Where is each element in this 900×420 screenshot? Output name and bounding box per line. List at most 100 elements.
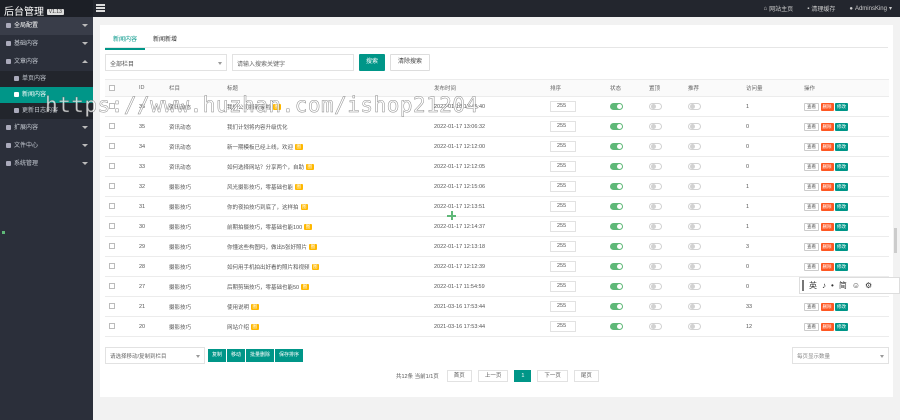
row-checkbox[interactable] <box>105 316 135 337</box>
row-title[interactable]: 如何用手机拍出好看的照片和视频 <box>227 265 310 271</box>
recommend-toggle[interactable] <box>688 103 701 110</box>
row-checkbox[interactable] <box>105 156 135 177</box>
view-button[interactable]: 查看 <box>804 262 819 271</box>
view-button[interactable]: 查看 <box>804 142 819 151</box>
moon-icon[interactable]: ♪ <box>822 281 826 290</box>
sort-input[interactable]: 255 <box>550 181 576 192</box>
status-toggle[interactable] <box>610 143 623 150</box>
edit-button[interactable]: 修改 <box>835 122 848 131</box>
row-checkbox[interactable] <box>105 256 135 277</box>
status-toggle[interactable] <box>610 103 623 110</box>
row-title[interactable]: 你的夜拍技巧到底了，这样拍 <box>227 205 299 211</box>
sidebar-subitem-news[interactable]: 新闻内容 <box>0 87 93 103</box>
sort-input[interactable]: 255 <box>550 201 576 212</box>
top-toggle[interactable] <box>649 123 662 130</box>
sort-input[interactable]: 255 <box>550 301 576 312</box>
view-button[interactable]: 查看 <box>804 222 819 231</box>
category-select[interactable]: 全部栏目 <box>105 54 227 71</box>
move-button[interactable]: 移动 <box>227 349 246 362</box>
status-toggle[interactable] <box>610 203 623 210</box>
top-toggle[interactable] <box>649 263 662 270</box>
search-input[interactable]: 请输入搜索关键字 <box>232 54 354 71</box>
row-checkbox[interactable] <box>105 116 135 137</box>
search-button[interactable]: 搜索 <box>359 54 386 71</box>
view-button[interactable]: 查看 <box>804 202 819 211</box>
col-views[interactable]: 访问量 <box>742 79 800 97</box>
current-page-button[interactable]: 1 <box>514 370 532 382</box>
site-home-link[interactable]: ⌂ 网站主页 <box>764 4 794 14</box>
view-button[interactable]: 查看 <box>804 162 819 171</box>
status-toggle[interactable] <box>610 303 623 310</box>
sidebar-subitem-changelog[interactable]: 更新日志内容 <box>0 103 93 119</box>
row-checkbox[interactable] <box>105 276 135 297</box>
col-top[interactable]: 置顶 <box>645 79 684 97</box>
recommend-toggle[interactable] <box>688 183 701 190</box>
prev-page-button[interactable]: 上一页 <box>477 370 509 382</box>
view-button[interactable]: 查看 <box>804 242 819 251</box>
row-title[interactable]: 后期剪辑技巧，零基础也能50 <box>227 285 299 291</box>
view-button[interactable]: 查看 <box>804 182 819 191</box>
edit-button[interactable]: 修改 <box>835 162 848 171</box>
delete-button[interactable]: 删除 <box>820 122 834 131</box>
col-sort[interactable]: 排序 <box>546 79 606 97</box>
sidebar-item-article-content[interactable]: 文章内容 <box>0 53 93 71</box>
row-checkbox[interactable] <box>105 296 135 317</box>
status-toggle[interactable] <box>610 163 623 170</box>
status-toggle[interactable] <box>610 123 623 130</box>
edit-button[interactable]: 修改 <box>835 142 848 151</box>
top-toggle[interactable] <box>649 183 662 190</box>
col-status[interactable]: 状态 <box>606 79 645 97</box>
view-button[interactable]: 查看 <box>804 122 819 131</box>
row-checkbox[interactable] <box>105 236 135 257</box>
row-checkbox[interactable] <box>105 176 135 197</box>
select-all-checkbox[interactable] <box>105 79 135 97</box>
row-title[interactable]: 前期拍摄技巧，零基础也能100 <box>227 225 302 231</box>
status-toggle[interactable] <box>610 263 623 270</box>
batch-delete-button[interactable]: 批量删除 <box>246 349 275 362</box>
col-recommend[interactable]: 推荐 <box>684 79 742 97</box>
row-title[interactable]: 你懂这些构图吗，做出5张好照片 <box>227 245 307 251</box>
view-button[interactable]: 查看 <box>804 322 819 331</box>
sort-input[interactable]: 255 <box>550 261 576 272</box>
app-logo[interactable]: 后台管理 V1.13 <box>0 0 93 18</box>
edit-button[interactable]: 修改 <box>835 242 848 251</box>
delete-button[interactable]: 删除 <box>820 302 834 311</box>
edit-button[interactable]: 修改 <box>835 262 848 271</box>
delete-button[interactable]: 删除 <box>820 142 834 151</box>
col-category[interactable]: 栏目 <box>165 79 223 97</box>
top-toggle[interactable] <box>649 243 662 250</box>
status-toggle[interactable] <box>610 183 623 190</box>
delete-button[interactable]: 删除 <box>820 102 834 111</box>
edit-button[interactable]: 修改 <box>835 102 848 111</box>
status-toggle[interactable] <box>610 243 623 250</box>
delete-button[interactable]: 删除 <box>820 322 834 331</box>
delete-button[interactable]: 删除 <box>820 202 834 211</box>
row-title[interactable]: 风光摄影技巧，零基础也能 <box>227 185 293 191</box>
first-page-button[interactable]: 首页 <box>446 370 472 382</box>
edit-button[interactable]: 修改 <box>835 222 848 231</box>
batch-target-select[interactable]: 请选择移动/复制到栏目 <box>105 347 205 364</box>
delete-button[interactable]: 删除 <box>820 262 834 271</box>
row-checkbox[interactable] <box>105 136 135 157</box>
sort-input[interactable]: 255 <box>550 141 576 152</box>
sidebar-item-basic-content[interactable]: 基础内容 <box>0 35 93 53</box>
recommend-toggle[interactable] <box>688 243 701 250</box>
sort-input[interactable]: 255 <box>550 321 576 332</box>
status-toggle[interactable] <box>610 223 623 230</box>
recommend-toggle[interactable] <box>688 203 701 210</box>
recommend-toggle[interactable] <box>688 263 701 270</box>
sidebar-item-system[interactable]: 系统管理 <box>0 155 93 173</box>
row-checkbox[interactable] <box>105 96 135 117</box>
status-toggle[interactable] <box>610 283 623 290</box>
row-title[interactable]: 新一期模板已经上线，欢迎 <box>227 145 293 151</box>
delete-button[interactable]: 删除 <box>820 182 834 191</box>
top-toggle[interactable] <box>649 323 662 330</box>
ime-lang-toggle[interactable]: 英 <box>809 280 817 291</box>
clear-search-button[interactable]: 清除搜索 <box>390 54 431 71</box>
delete-button[interactable]: 删除 <box>820 222 834 231</box>
edit-button[interactable]: 修改 <box>835 302 848 311</box>
emoji-icon[interactable]: ☺ <box>852 281 860 290</box>
sidebar-item-global-config[interactable]: 全局配置 <box>0 17 93 35</box>
row-title[interactable]: 我们计划将内容升级优化 <box>227 125 288 131</box>
recommend-toggle[interactable] <box>688 123 701 130</box>
